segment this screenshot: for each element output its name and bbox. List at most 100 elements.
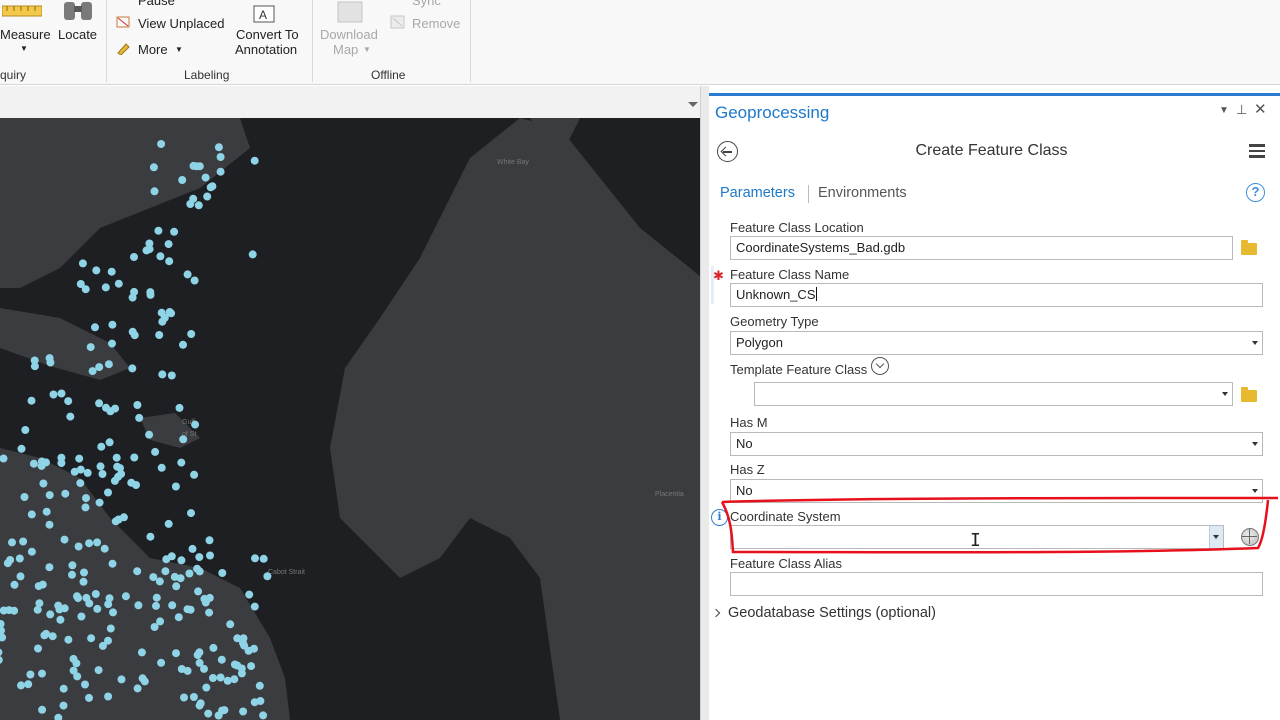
feature-point[interactable] [19, 537, 28, 546]
feature-point[interactable] [167, 371, 176, 380]
feature-point[interactable] [162, 555, 171, 564]
view-unplaced-button[interactable]: View Unplaced [138, 16, 224, 31]
feature-point[interactable] [248, 250, 257, 259]
feature-point[interactable] [218, 569, 227, 577]
close-icon[interactable]: ✕ [1254, 100, 1267, 118]
feature-point[interactable] [179, 340, 187, 349]
feature-point[interactable] [95, 498, 104, 507]
feature-point[interactable] [177, 556, 186, 565]
menu-icon[interactable] [1249, 144, 1265, 158]
feature-point[interactable] [201, 598, 210, 607]
feature-point[interactable] [45, 354, 54, 363]
feature-point[interactable] [205, 536, 214, 545]
feature-point[interactable] [85, 539, 94, 548]
feature-point[interactable] [56, 615, 65, 624]
feature-point[interactable] [26, 670, 35, 679]
feature-point[interactable] [80, 568, 88, 577]
feature-point[interactable] [91, 590, 100, 598]
feature-point[interactable] [172, 649, 180, 658]
feature-point[interactable] [95, 399, 104, 408]
feature-point[interactable] [57, 389, 66, 398]
feature-point[interactable] [209, 674, 217, 682]
convert-to-annotation-button[interactable]: Convert To [236, 27, 299, 42]
map-view[interactable]: White Bay Gulf of St Cabot Strait Placen… [0, 118, 702, 720]
feature-point[interactable] [230, 660, 239, 669]
feature-point[interactable] [38, 705, 47, 714]
feature-point[interactable] [190, 276, 199, 285]
feature-point[interactable] [244, 646, 253, 655]
feature-point[interactable] [191, 420, 200, 429]
feature-point[interactable] [164, 519, 173, 528]
globe-icon[interactable] [1241, 528, 1259, 546]
feature-point[interactable] [17, 681, 25, 690]
feature-point[interactable] [33, 605, 42, 614]
feature-point[interactable] [95, 363, 104, 372]
feature-point[interactable] [59, 684, 68, 693]
feature-point[interactable] [101, 283, 110, 292]
feature-point[interactable] [247, 662, 256, 671]
feature-point[interactable] [183, 605, 192, 614]
feature-point[interactable] [85, 693, 93, 702]
measure-dropdown-icon[interactable]: ▼ [20, 44, 28, 53]
feature-point[interactable] [152, 601, 160, 610]
feature-point[interactable] [250, 698, 259, 707]
feature-point[interactable] [42, 458, 50, 467]
feature-point[interactable] [64, 635, 73, 644]
feature-point[interactable] [133, 684, 142, 693]
feature-point[interactable] [135, 413, 144, 422]
feature-point[interactable] [45, 563, 54, 572]
feature-point[interactable] [204, 709, 213, 718]
feature-point[interactable] [188, 544, 197, 553]
feature-point[interactable] [69, 666, 78, 675]
feature-point[interactable] [155, 331, 164, 339]
feature-point[interactable] [121, 592, 130, 601]
feature-point[interactable] [81, 680, 89, 689]
feature-point[interactable] [216, 673, 225, 682]
feature-point[interactable] [259, 554, 268, 563]
feature-point[interactable] [160, 313, 169, 322]
feature-point[interactable] [214, 143, 223, 152]
feature-point[interactable] [21, 426, 30, 434]
feature-point[interactable] [10, 580, 19, 589]
feature-point[interactable] [216, 153, 225, 161]
feature-point[interactable] [194, 201, 203, 210]
feature-point[interactable] [24, 680, 33, 689]
feature-point[interactable] [16, 572, 25, 581]
feature-point[interactable] [57, 459, 66, 468]
feature-point[interactable] [93, 538, 102, 547]
feature-point[interactable] [158, 370, 167, 379]
feature-point[interactable] [45, 520, 54, 529]
chevron-right-icon[interactable] [711, 608, 721, 618]
feature-point[interactable] [15, 554, 24, 563]
feature-point[interactable] [81, 503, 90, 512]
feature-point[interactable] [72, 659, 81, 668]
feature-point[interactable] [194, 587, 203, 596]
feature-point[interactable] [230, 675, 239, 684]
download-map-button[interactable]: Download [320, 27, 378, 42]
tab-environments[interactable]: Environments [818, 185, 907, 201]
feature-point[interactable] [8, 538, 16, 547]
feature-point[interactable] [165, 257, 174, 266]
feature-point[interactable] [60, 535, 69, 544]
feature-point[interactable] [64, 397, 73, 406]
remove-button[interactable]: Remove [412, 16, 460, 31]
feature-point[interactable] [179, 435, 188, 444]
feature-point[interactable] [49, 390, 58, 399]
feature-point[interactable] [110, 476, 119, 485]
feature-point[interactable] [128, 364, 137, 373]
feature-point[interactable] [119, 513, 128, 522]
feature-point[interactable] [251, 554, 259, 563]
feature-point[interactable] [152, 593, 161, 602]
pane-menu-icon[interactable]: ▼ [1219, 105, 1229, 116]
feature-point[interactable] [255, 681, 264, 690]
feature-point[interactable] [117, 675, 126, 684]
feature-point[interactable] [220, 706, 229, 715]
feature-point[interactable] [161, 567, 170, 576]
download-dropdown-icon[interactable]: ▼ [363, 45, 371, 54]
feature-point[interactable] [77, 612, 86, 621]
feature-point[interactable] [98, 470, 107, 478]
feature-point[interactable] [250, 602, 259, 611]
feature-point[interactable] [186, 200, 195, 208]
has-z-select[interactable]: No [730, 479, 1263, 503]
feature-point[interactable] [108, 320, 117, 329]
